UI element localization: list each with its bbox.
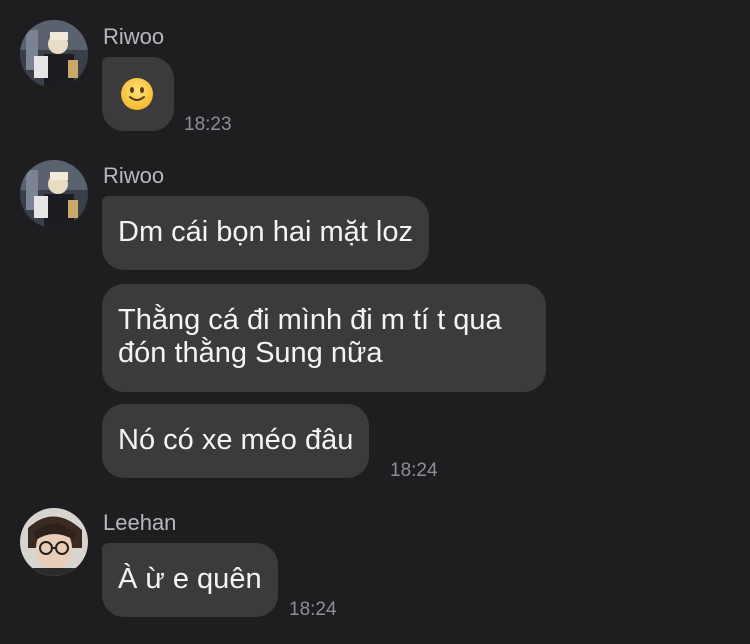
message-bubble[interactable]: Nó có xe méo đâu bbox=[102, 404, 370, 478]
slightly-smiling-face-icon bbox=[121, 78, 153, 111]
avatar-riwoo[interactable] bbox=[20, 160, 88, 228]
message-bubble[interactable] bbox=[102, 57, 174, 131]
message-timestamp: 18:23 bbox=[184, 114, 232, 135]
avatar-leehan[interactable] bbox=[20, 508, 88, 576]
message-timestamp: 18:24 bbox=[390, 460, 438, 481]
avatar-riwoo[interactable] bbox=[20, 20, 88, 88]
sender-name: Riwoo bbox=[103, 24, 165, 49]
sender-name: Riwoo bbox=[103, 163, 165, 188]
sender-name: Leehan bbox=[103, 510, 177, 535]
message-bubble[interactable]: Thằng cá đi mình đi m tí t qua đón thằng… bbox=[102, 284, 546, 392]
avatar-leehan-image bbox=[20, 508, 88, 576]
message-bubble[interactable]: À ừ e quên bbox=[102, 543, 278, 617]
message-timestamp: 18:24 bbox=[289, 599, 337, 620]
avatar-riwoo-image bbox=[20, 160, 88, 228]
chat-thread: Riwoo 18:23 Riwoo Dm cái bọn hai mặt loz… bbox=[0, 0, 750, 644]
message-bubble[interactable]: Dm cái bọn hai mặt loz bbox=[102, 196, 429, 270]
avatar-riwoo-image bbox=[20, 20, 88, 88]
